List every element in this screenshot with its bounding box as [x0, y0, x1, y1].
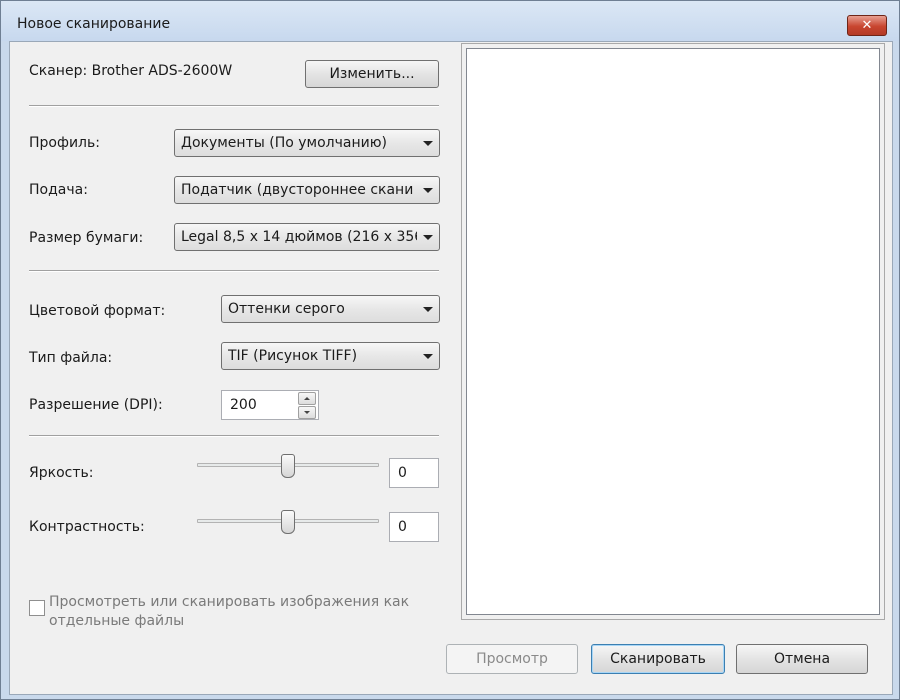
window-title: Новое сканирование — [17, 16, 171, 32]
scan-button[interactable]: Сканировать — [591, 644, 725, 674]
close-button[interactable]: ✕ — [847, 15, 887, 36]
contrast-label: Контрастность: — [29, 519, 145, 535]
paper-size-label: Размер бумаги: — [29, 230, 144, 246]
close-icon: ✕ — [861, 18, 873, 33]
spin-down-icon[interactable] — [298, 406, 316, 419]
profile-label: Профиль: — [29, 135, 100, 151]
color-format-select-value: Оттенки серого — [228, 301, 345, 317]
chevron-down-icon — [423, 354, 433, 359]
color-format-select[interactable]: Оттенки серого — [221, 295, 440, 323]
chevron-down-icon — [423, 307, 433, 312]
brightness-slider-thumb[interactable] — [281, 454, 295, 478]
profile-select-value: Документы (По умолчанию) — [181, 135, 387, 151]
separate-files-checkbox[interactable] — [29, 600, 45, 616]
source-label: Подача: — [29, 182, 88, 198]
resolution-spinner[interactable] — [298, 391, 316, 419]
chevron-down-icon — [423, 188, 433, 193]
contrast-input[interactable]: 0 — [389, 512, 439, 542]
source-select-value: Податчик (двустороннее скани — [181, 182, 414, 198]
contrast-value: 0 — [398, 519, 407, 535]
cancel-button[interactable]: Отмена — [736, 644, 868, 674]
profile-select[interactable]: Документы (По умолчанию) — [174, 129, 440, 157]
title-bar: Новое сканирование ✕ — [1, 1, 899, 41]
brightness-value: 0 — [398, 465, 407, 481]
scanner-label: Сканер: Brother ADS-2600W — [29, 63, 233, 79]
color-format-label: Цветовой формат: — [29, 303, 166, 319]
change-scanner-button[interactable]: Изменить... — [305, 60, 439, 88]
separator-2 — [29, 270, 439, 272]
paper-size-select-value: Legal 8,5 x 14 дюймов (216 x 356 r — [181, 229, 417, 245]
separator-3 — [29, 435, 439, 437]
chevron-down-icon — [423, 141, 433, 146]
chevron-down-icon — [423, 235, 433, 240]
scan-dialog-window: Новое сканирование ✕ Сканер: Brother ADS… — [0, 0, 900, 700]
resolution-value: 200 — [230, 397, 257, 413]
resolution-label: Разрешение (DPI): — [29, 397, 163, 413]
separator-1 — [29, 105, 439, 107]
preview-button[interactable]: Просмотр — [446, 644, 578, 674]
file-type-select[interactable]: TIF (Рисунок TIFF) — [221, 342, 440, 370]
source-select[interactable]: Податчик (двустороннее скани — [174, 176, 440, 204]
paper-size-select[interactable]: Legal 8,5 x 14 дюймов (216 x 356 r — [174, 223, 440, 251]
brightness-input[interactable]: 0 — [389, 458, 439, 488]
separate-files-label: Просмотреть или сканировать изображения … — [49, 594, 410, 629]
file-type-select-value: TIF (Рисунок TIFF) — [228, 348, 358, 364]
brightness-label: Яркость: — [29, 465, 94, 481]
contrast-slider-thumb[interactable] — [281, 510, 295, 534]
file-type-label: Тип файла: — [29, 350, 113, 366]
spin-up-icon[interactable] — [298, 392, 316, 405]
preview-pane — [466, 48, 880, 615]
